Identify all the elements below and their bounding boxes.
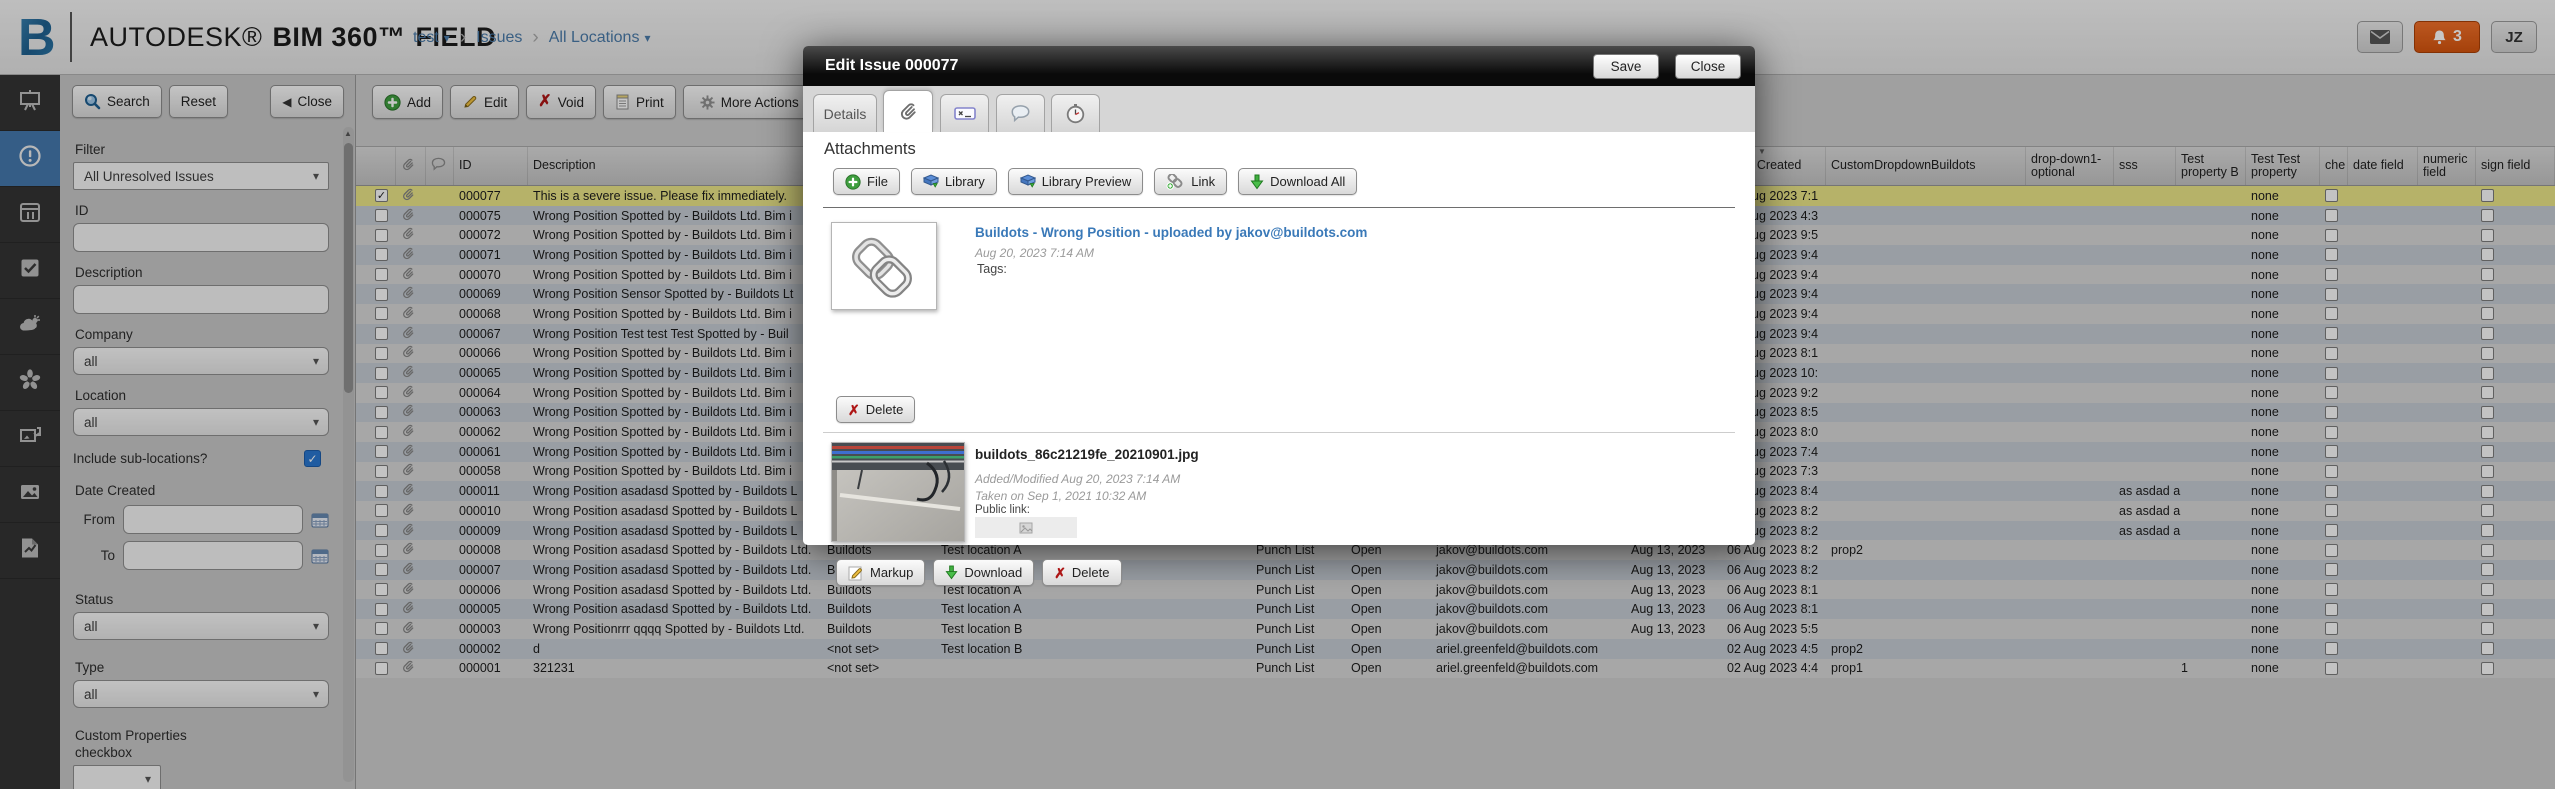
edit-issue-modal: Edit Issue 000077 Save Close Details Att… [803,46,1755,586]
link-button-label: Link [1191,174,1216,189]
broken-image-icon [1019,522,1033,533]
save-button-label: Save [1610,58,1642,74]
clock-icon [1066,104,1085,124]
library-button-label: Library [944,174,985,189]
attachment-link-title[interactable]: Buildots - Wrong Position - uploaded by … [975,225,1367,240]
link-chain-icon [1166,173,1183,190]
download-all-button[interactable]: Download All [1238,168,1358,195]
attach-library-preview-button[interactable]: Library Preview [1007,168,1144,195]
attachment-link-date: Aug 20, 2023 7:14 AM [975,246,1094,260]
modal-close-button[interactable]: Close [1675,53,1741,79]
paperclip-icon [900,103,916,120]
modal-tab-strip: Details [803,86,1755,132]
library-icon [1019,174,1036,188]
download-attachment-button[interactable]: Download [933,559,1035,586]
library-icon [922,174,939,188]
input-field-icon [953,107,976,120]
tab-custom-fields[interactable] [940,94,989,132]
library-preview-button-label: Library Preview [1041,174,1132,189]
attachment-filename: buildots_86c21219fe_20210901.jpg [975,447,1199,462]
close-button-label: Close [1690,58,1726,74]
attachment-taken-date: Taken on Sep 1, 2021 10:32 AM [975,489,1147,503]
delete-x-icon: ✗ [1054,564,1066,581]
attach-library-button[interactable]: Library [910,168,997,195]
tab-details-label: Details [823,105,867,122]
public-link-label: Public link: [975,504,1030,516]
download-arrow-icon [945,565,958,580]
attach-link-button[interactable]: Link [1154,168,1228,195]
tab-comments[interactable] [996,94,1045,132]
delete-attachment-button[interactable]: ✗ Delete [836,396,916,423]
attachments-heading: Attachments [824,140,916,158]
add-plus-icon [845,173,861,190]
delete-button-label: Delete [865,402,904,417]
divider [823,207,1735,208]
attach-file-button[interactable]: File [833,168,900,195]
delete-attachment-button[interactable]: ✗ Delete [1042,559,1122,586]
save-button[interactable]: Save [1593,53,1659,79]
markup-pencil-icon [848,566,862,580]
modal-title: Edit Issue 000077 [825,57,959,74]
delete-x-icon: ✗ [848,401,860,418]
tab-attachments[interactable] [883,90,933,132]
markup-button-label: Markup [870,565,914,580]
attachment-tags-label: Tags: [977,262,1007,276]
file-button-label: File [867,174,888,189]
tab-details[interactable]: Details [813,94,877,132]
comment-bubble-icon [1011,105,1030,123]
attachment-photo-thumbnail[interactable] [831,442,965,542]
markup-button[interactable]: Markup [836,559,926,586]
chain-link-icon [852,237,912,298]
download-arrow-icon [1250,174,1264,189]
tab-history[interactable] [1051,94,1100,132]
public-link-broken-image [975,517,1077,538]
modal-titlebar: Edit Issue 000077 Save Close [803,46,1755,86]
attachments-panel: Attachments File Library Library Preview… [803,132,1755,586]
divider [823,432,1735,433]
construction-photo [832,443,964,541]
attachment-link-thumbnail[interactable] [831,222,937,310]
download-all-label: Download All [1270,174,1346,189]
download-button-label: Download [964,565,1023,580]
delete-button-label: Delete [1071,565,1110,580]
attachment-added-date: Added/Modified Aug 20, 2023 7:14 AM [975,472,1181,486]
